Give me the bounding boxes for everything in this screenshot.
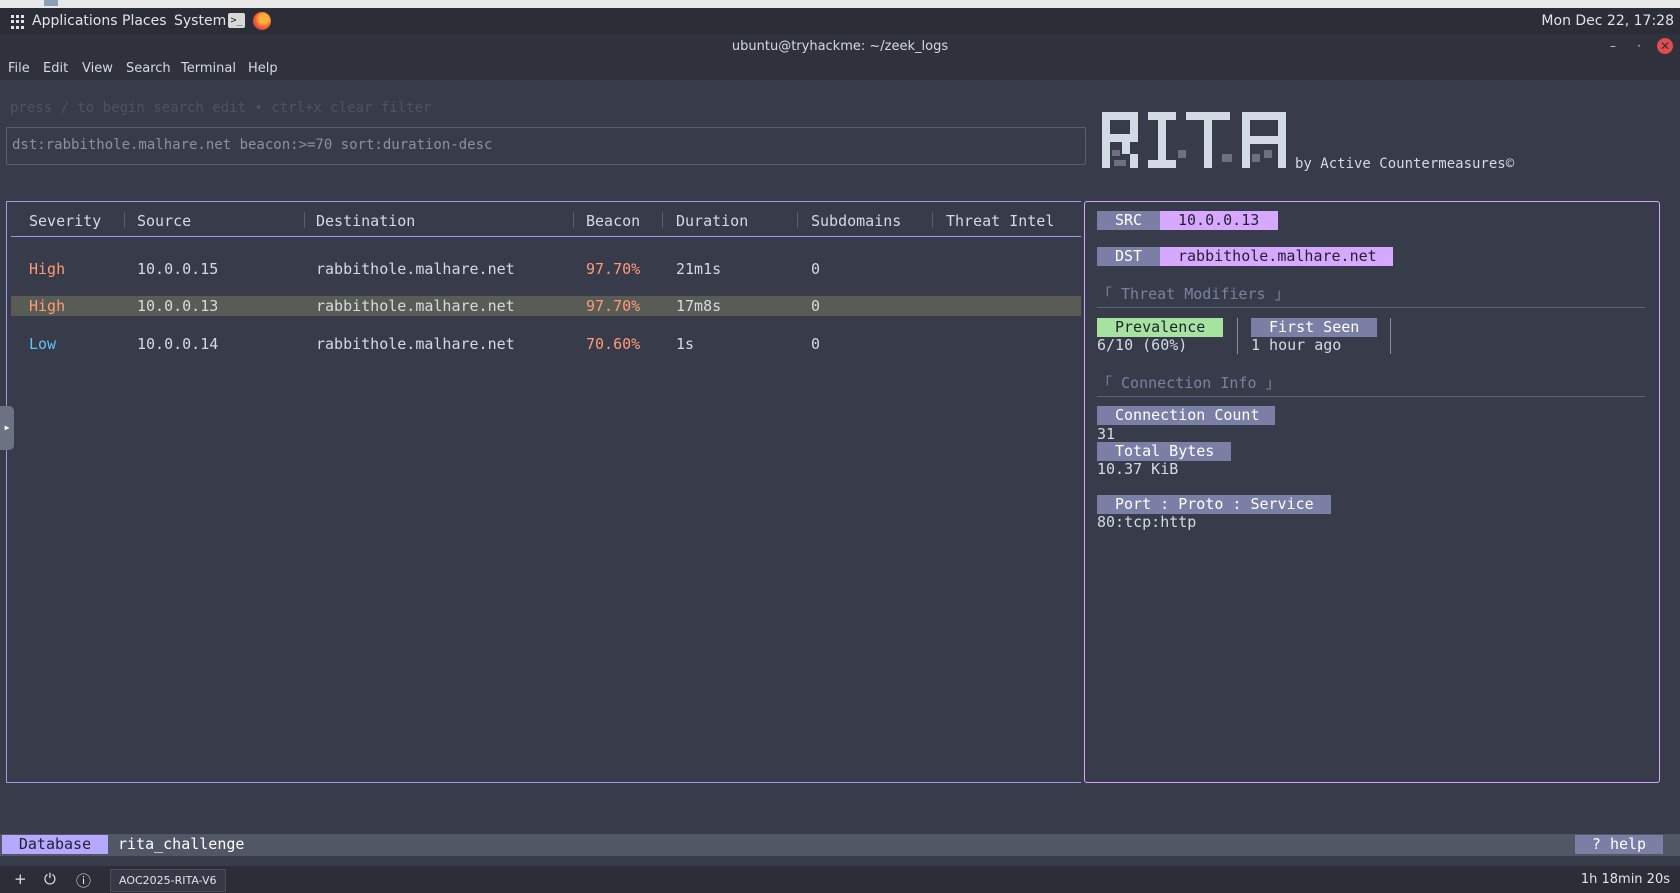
row-destination: rabbithole.malhare.net <box>316 335 515 353</box>
power-icon[interactable]: ⏻ <box>44 870 56 888</box>
col-source[interactable]: Source <box>137 212 191 230</box>
table-row[interactable]: High 10.0.0.15 rabbithole.malhare.net 97… <box>11 259 1081 279</box>
menu-edit[interactable]: Edit <box>43 61 68 76</box>
minimize-icon[interactable]: – <box>1605 38 1621 54</box>
row-duration: 1s <box>676 335 695 353</box>
table-row[interactable]: Low 10.0.0.14 rabbithole.malhare.net 70.… <box>11 334 1081 354</box>
close-icon[interactable]: ✕ <box>1657 38 1673 54</box>
table-header: Severity Source Destination Beacon Durat… <box>11 202 1081 237</box>
table-row-selected[interactable]: High 10.0.0.13 rabbithole.malhare.net 97… <box>11 296 1081 316</box>
connection-count-label: Connection Count <box>1097 406 1275 425</box>
row-duration: 21m1s <box>676 260 722 278</box>
results-table: Severity Source Destination Beacon Durat… <box>6 201 1081 783</box>
first-seen-value: 1 hour ago <box>1251 336 1342 354</box>
dst-label: DST <box>1097 247 1161 266</box>
menu-terminal[interactable]: Terminal <box>181 61 236 76</box>
search-hint: press / to begin search edit • ctrl+x cl… <box>10 100 432 116</box>
row-destination: rabbithole.malhare.net <box>316 297 515 315</box>
menu-search[interactable]: Search <box>126 61 171 76</box>
row-subdomains: 0 <box>811 335 821 353</box>
first-seen-label: First Seen <box>1251 318 1377 337</box>
places-menu[interactable]: Places <box>122 13 167 29</box>
prevalence-value: 6/10 (60%) <box>1097 336 1188 354</box>
row-beacon: 97.70% <box>586 260 641 278</box>
col-threat-intel[interactable]: Threat Intel <box>946 212 1054 230</box>
search-filter-input[interactable]: dst:rabbithole.malhare.net beacon:>=70 s… <box>6 127 1086 165</box>
search-filter-text: dst:rabbithole.malhare.net beacon:>=70 s… <box>12 137 493 153</box>
terminal-launcher-icon[interactable]: >_ <box>228 13 245 28</box>
side-panel-toggle-icon[interactable]: ▶ <box>0 406 14 450</box>
connection-info-title: 「 Connection Info 」 <box>1097 374 1281 392</box>
taskbar-window-button[interactable]: AOC2025-RITA-V6 <box>110 869 226 892</box>
total-bytes-label: Total Bytes <box>1097 442 1231 461</box>
applications-menu[interactable]: Applications <box>32 13 118 29</box>
connection-count-value: 31 <box>1097 425 1116 443</box>
session-timer: 1h 18min 20s <box>1580 872 1670 887</box>
system-menu[interactable]: System <box>174 13 226 29</box>
row-severity: High <box>29 260 66 278</box>
port-proto-service-label: Port : Proto : Service <box>1097 495 1331 514</box>
window-titlebar[interactable]: ubuntu@tryhackme: ~/zeek_logs – · ✕ <box>0 34 1680 58</box>
menu-bar: File Edit View Search Terminal Help <box>0 58 1680 80</box>
col-duration[interactable]: Duration <box>676 212 748 230</box>
bottom-taskbar: + ⏻ ⓘ AOC2025-RITA-V6 1h 18min 20s <box>0 866 1680 893</box>
top-strip-tab <box>44 0 58 6</box>
info-icon[interactable]: ⓘ <box>76 870 91 891</box>
col-beacon[interactable]: Beacon <box>586 212 640 230</box>
row-destination: rabbithole.malhare.net <box>316 260 515 278</box>
threat-modifiers-title: 「 Threat Modifiers 」 <box>1097 285 1290 303</box>
col-subdomains[interactable]: Subdomains <box>811 212 901 230</box>
rita-logo <box>1102 112 1286 168</box>
apps-grid-icon[interactable] <box>11 15 25 29</box>
row-beacon: 70.60% <box>586 335 641 353</box>
connection-info-divider <box>1097 396 1645 397</box>
src-value: 10.0.0.13 <box>1160 211 1278 230</box>
col-severity[interactable]: Severity <box>29 212 101 230</box>
row-severity: Low <box>29 335 57 353</box>
row-source: 10.0.0.15 <box>137 260 219 278</box>
window-title: ubuntu@tryhackme: ~/zeek_logs <box>731 39 949 54</box>
prevalence-label: Prevalence <box>1097 318 1223 337</box>
database-value: rita_challenge <box>118 835 245 853</box>
top-panel: Applications Places System >_ Mon Dec 22… <box>0 8 1680 34</box>
total-bytes-value: 10.37 KiB <box>1097 460 1179 478</box>
add-icon[interactable]: + <box>14 870 27 888</box>
top-strip <box>0 0 1680 8</box>
dst-value: rabbithole.malhare.net <box>1160 247 1393 266</box>
col-destination[interactable]: Destination <box>316 212 415 230</box>
maximize-icon[interactable]: · <box>1631 38 1647 54</box>
database-label: Database <box>2 835 108 854</box>
row-duration: 17m8s <box>676 297 722 315</box>
rita-tagline: by Active Countermeasures© <box>1295 156 1515 172</box>
src-label: SRC <box>1097 211 1161 230</box>
help-button[interactable]: ? help <box>1575 835 1663 854</box>
threat-modifiers-divider <box>1097 307 1645 308</box>
terminal-area[interactable]: press / to begin search edit • ctrl+x cl… <box>0 80 1680 866</box>
row-source: 10.0.0.13 <box>137 297 219 315</box>
status-bar: Database rita_challenge ? help <box>0 834 1680 856</box>
detail-panel: SRC 10.0.0.13 DST rabbithole.malhare.net… <box>1084 201 1660 783</box>
row-beacon: 97.70% <box>586 297 641 315</box>
row-severity: High <box>29 297 66 315</box>
menu-view[interactable]: View <box>82 61 113 76</box>
menu-file[interactable]: File <box>8 61 30 76</box>
row-source: 10.0.0.14 <box>137 335 219 353</box>
row-subdomains: 0 <box>811 297 821 315</box>
row-subdomains: 0 <box>811 260 821 278</box>
menu-help[interactable]: Help <box>248 61 278 76</box>
panel-clock[interactable]: Mon Dec 22, 17:28 <box>1541 13 1674 29</box>
firefox-icon[interactable] <box>253 12 271 30</box>
port-proto-service-value: 80:tcp:http <box>1097 513 1197 531</box>
